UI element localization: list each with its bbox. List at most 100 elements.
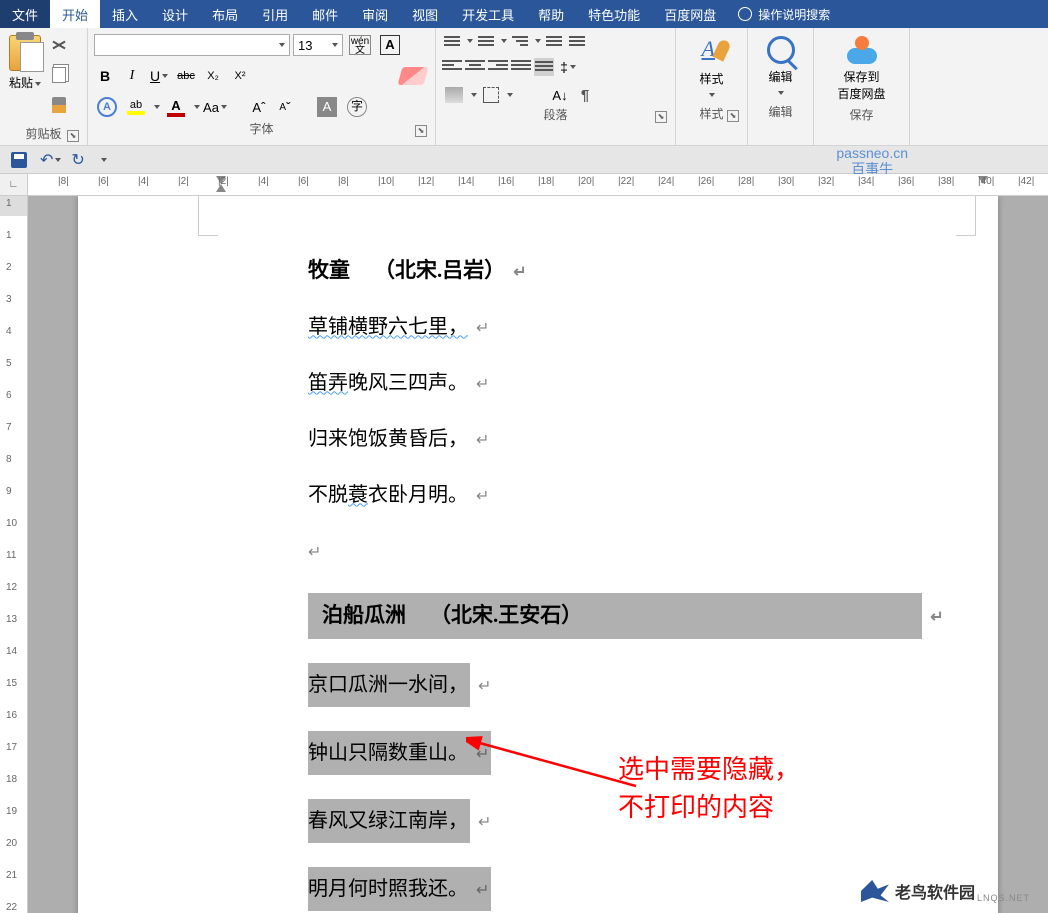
tab-developer[interactable]: 开发工具 xyxy=(450,0,526,28)
tab-baidu[interactable]: 百度网盘 xyxy=(652,0,728,28)
poem1-line4[interactable]: 不脱蓑衣卧月明。↵ xyxy=(308,481,998,509)
bullets-button[interactable] xyxy=(442,32,462,50)
bold-button[interactable]: B xyxy=(94,65,116,87)
paste-label[interactable]: 粘贴 xyxy=(9,74,41,91)
clipboard-launcher[interactable]: ⬊ xyxy=(67,130,79,142)
highlight-swatch xyxy=(127,111,145,115)
styles-launcher[interactable]: ⬊ xyxy=(727,110,739,122)
save-to-baidu-button[interactable]: 保存到百度网盘 xyxy=(820,32,903,106)
source-logo: 老鸟软件园 LNQS.NET xyxy=(861,879,1030,903)
clear-format-button[interactable] xyxy=(397,64,429,88)
group-save: 保存到百度网盘 保存 xyxy=(814,28,910,145)
enclose-char-button[interactable]: A xyxy=(94,94,120,120)
align-right-button[interactable] xyxy=(488,58,508,76)
tab-insert[interactable]: 插入 xyxy=(100,0,150,28)
borders-icon xyxy=(483,87,499,103)
borders-button[interactable] xyxy=(480,84,502,106)
tab-references[interactable]: 引用 xyxy=(250,0,300,28)
page-viewport[interactable]: 牧童 （北宋.吕岩） ↵ 草铺横野六七里，↵ 笛弄晚风三四声。↵ 归来饱饭黄昏后… xyxy=(28,196,1048,913)
highlight-button[interactable]: ab xyxy=(124,96,148,118)
tab-review[interactable]: 审阅 xyxy=(350,0,400,28)
editing-label: 编辑 xyxy=(768,105,792,119)
save-label: 保存 xyxy=(849,108,873,122)
char-border-button[interactable]: A xyxy=(377,32,403,58)
format-painter-button[interactable] xyxy=(48,94,70,116)
font-name-input[interactable] xyxy=(95,35,275,55)
group-styles: A 样式 样式⬊ xyxy=(676,28,748,145)
eraser-icon xyxy=(398,67,429,85)
tab-layout[interactable]: 布局 xyxy=(200,0,250,28)
return-mark: ↵ xyxy=(513,262,526,284)
document-content[interactable]: 牧童 （北宋.吕岩） ↵ 草铺横野六七里，↵ 笛弄晚风三四声。↵ 归来饱饭黄昏后… xyxy=(78,256,998,911)
tab-view[interactable]: 视图 xyxy=(400,0,450,28)
poem1-line2[interactable]: 笛弄晚风三四声。↵ xyxy=(308,369,998,397)
paragraph-label: 段落 xyxy=(543,108,567,122)
enclose-button[interactable]: 字 xyxy=(344,94,370,120)
group-clipboard: 粘贴 剪贴板⬊ xyxy=(0,28,88,145)
ruler-corner[interactable]: ∟ xyxy=(0,174,28,195)
font-label: 字体 xyxy=(249,122,273,136)
poem1-title[interactable]: 牧童 （北宋.吕岩） ↵ xyxy=(308,256,998,285)
tab-mailings[interactable]: 邮件 xyxy=(300,0,350,28)
save-button[interactable] xyxy=(8,149,30,171)
tab-special[interactable]: 特色功能 xyxy=(576,0,652,28)
char-border-icon: A xyxy=(380,35,400,55)
multilevel-button[interactable] xyxy=(510,32,530,50)
font-color-button[interactable]: A xyxy=(164,95,188,120)
qat-customize[interactable] xyxy=(101,158,107,162)
lightbulb-icon xyxy=(738,7,752,21)
change-case-button[interactable]: Aa xyxy=(204,96,226,118)
subscript-button[interactable]: X₂ xyxy=(202,65,224,87)
styles-button[interactable]: A 样式 xyxy=(682,32,741,105)
shrink-font-button[interactable]: Aˇ xyxy=(274,96,296,118)
shading-button[interactable] xyxy=(442,84,466,106)
char-shading-icon: A xyxy=(317,97,337,117)
sort-button[interactable]: A↓ xyxy=(549,84,571,106)
font-name-select[interactable] xyxy=(94,34,290,56)
align-center-button[interactable] xyxy=(465,58,485,76)
paste-button[interactable] xyxy=(6,32,44,74)
tell-me-search[interactable]: 操作说明搜索 xyxy=(728,0,840,28)
document-area: 112345678910111213141516171819202122 牧童 … xyxy=(0,196,1048,913)
tab-home[interactable]: 开始 xyxy=(50,0,100,28)
strike-button[interactable]: abc xyxy=(175,65,197,87)
decrease-indent-button[interactable] xyxy=(544,32,564,50)
copy-button[interactable] xyxy=(48,64,70,86)
quick-access-toolbar: ↶ ↻ passneo.cn 百事牛 xyxy=(0,146,1048,174)
numbering-button[interactable] xyxy=(476,32,496,50)
superscript-button[interactable]: X² xyxy=(229,65,251,87)
redo-button[interactable]: ↻ xyxy=(71,150,84,170)
tab-file[interactable]: 文件 xyxy=(0,0,50,28)
annotation-text: 选中需要隐藏， 不打印的内容 xyxy=(618,751,800,827)
tab-help[interactable]: 帮助 xyxy=(526,0,576,28)
margin-guide-right xyxy=(956,196,976,236)
italic-button[interactable]: I xyxy=(121,65,143,87)
show-marks-button[interactable]: ¶ xyxy=(574,84,596,106)
page: 牧童 （北宋.吕岩） ↵ 草铺横野六七里，↵ 笛弄晚风三四声。↵ 归来饱饭黄昏后… xyxy=(78,196,998,913)
undo-button[interactable]: ↶ xyxy=(40,150,61,170)
align-distribute-button[interactable] xyxy=(534,58,554,76)
font-size-select[interactable] xyxy=(293,34,343,56)
shading-icon xyxy=(445,87,463,103)
empty-paragraph[interactable]: ↵ xyxy=(308,537,998,565)
poem1-line3[interactable]: 归来饱饭黄昏后，↵ xyxy=(308,425,998,453)
font-launcher[interactable]: ⬊ xyxy=(415,125,427,137)
vertical-ruler[interactable]: 112345678910111213141516171819202122 xyxy=(0,196,28,913)
horizontal-ruler[interactable]: |8||6||4||2||2||4||6||8||10||12||14||16|… xyxy=(28,174,1048,195)
grow-font-button[interactable]: Aˆ xyxy=(248,96,270,118)
increase-indent-button[interactable] xyxy=(567,32,587,50)
align-justify-button[interactable] xyxy=(511,58,531,76)
bird-icon xyxy=(861,880,889,902)
font-size-input[interactable] xyxy=(294,35,328,55)
editing-button[interactable]: 编辑 xyxy=(754,32,807,103)
line-spacing-button[interactable]: ‡ xyxy=(557,56,579,78)
underline-button[interactable]: U xyxy=(148,65,170,87)
align-left-button[interactable] xyxy=(442,58,462,76)
cut-button[interactable] xyxy=(48,34,70,56)
poem1-line1[interactable]: 草铺横野六七里，↵ xyxy=(308,313,998,341)
char-shading-button[interactable]: A xyxy=(314,94,340,120)
paragraph-launcher[interactable]: ⬊ xyxy=(655,111,667,123)
font-color-swatch xyxy=(167,113,185,117)
tab-design[interactable]: 设计 xyxy=(150,0,200,28)
phonetic-guide-button[interactable]: wén文 xyxy=(346,32,374,58)
